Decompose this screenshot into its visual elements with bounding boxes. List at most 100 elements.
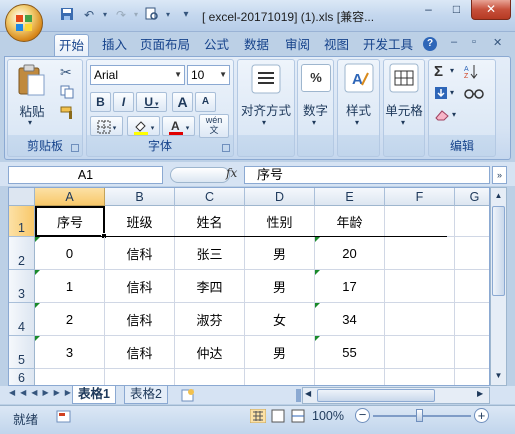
- formula-bar-splitter[interactable]: [170, 167, 230, 183]
- cell-f5[interactable]: [385, 336, 455, 369]
- zoom-in-button[interactable]: +: [474, 408, 489, 423]
- sheet-tab-2[interactable]: 表格2: [124, 386, 168, 404]
- col-header-d[interactable]: D: [245, 188, 315, 206]
- cell-b1[interactable]: 班级: [105, 206, 175, 237]
- zoom-slider-thumb[interactable]: [416, 409, 423, 422]
- macro-record-icon[interactable]: [56, 410, 72, 427]
- clear-icon[interactable]: [434, 108, 450, 125]
- cell-g5[interactable]: [455, 336, 489, 369]
- scroll-down-icon[interactable]: ▼: [492, 369, 505, 383]
- sort-filter-icon[interactable]: AZ: [464, 63, 486, 82]
- alignment-group[interactable]: 对齐方式 ▾: [237, 59, 295, 157]
- cell-g6[interactable]: [455, 369, 489, 385]
- col-header-a[interactable]: A: [35, 188, 105, 206]
- select-all-corner[interactable]: [9, 188, 35, 206]
- horizontal-scroll-thumb[interactable]: [317, 389, 435, 402]
- undo-dropdown-icon[interactable]: ▾: [97, 7, 113, 23]
- tab-home[interactable]: 开始: [54, 34, 90, 57]
- font-name-dropdown-icon[interactable]: ▼: [174, 66, 182, 84]
- col-header-g[interactable]: G: [455, 188, 489, 206]
- cell-b4[interactable]: 信科: [105, 303, 175, 336]
- cell-a2[interactable]: 0: [35, 237, 105, 270]
- cell-b2[interactable]: 信科: [105, 237, 175, 270]
- cell-d3[interactable]: 男: [245, 270, 315, 303]
- border-button[interactable]: ▾: [90, 116, 123, 136]
- clipboard-launcher-icon[interactable]: [71, 144, 79, 152]
- scroll-left-icon[interactable]: ◀: [305, 389, 311, 398]
- cell-a1[interactable]: 序号: [35, 206, 105, 237]
- font-name-combo[interactable]: Arial ▼: [90, 65, 185, 85]
- grow-font-button[interactable]: A: [172, 92, 193, 112]
- zoom-level[interactable]: 100%: [312, 409, 344, 423]
- cell-d5[interactable]: 男: [245, 336, 315, 369]
- qa-dropdown-icon[interactable]: ▾: [160, 7, 176, 23]
- find-select-icon[interactable]: [464, 85, 486, 104]
- cell-f6[interactable]: [385, 369, 455, 385]
- col-header-f[interactable]: F: [385, 188, 455, 206]
- col-header-e[interactable]: E: [315, 188, 385, 206]
- font-size-dropdown-icon[interactable]: ▼: [219, 66, 227, 84]
- row-header-5[interactable]: 5: [9, 336, 35, 369]
- fill-color-button[interactable]: ▾: [127, 116, 160, 136]
- name-box[interactable]: A1: [8, 166, 163, 184]
- cell-a4[interactable]: 2: [35, 303, 105, 336]
- horizontal-scrollbar[interactable]: ◀ ▶: [302, 387, 490, 404]
- maximize-button[interactable]: □: [443, 0, 470, 20]
- close-button[interactable]: ✕: [471, 0, 511, 20]
- tab-data[interactable]: 数据: [240, 34, 273, 56]
- cell-e1[interactable]: 年龄: [315, 206, 385, 237]
- cell-f4[interactable]: [385, 303, 455, 336]
- cell-c6[interactable]: [175, 369, 245, 385]
- page-layout-view-icon[interactable]: [270, 409, 286, 426]
- row-header-1[interactable]: 1: [9, 206, 35, 237]
- copy-icon[interactable]: [60, 85, 74, 102]
- scroll-up-icon[interactable]: ▲: [492, 189, 505, 203]
- cell-e6[interactable]: [315, 369, 385, 385]
- font-size-combo[interactable]: 10 ▼: [187, 65, 230, 85]
- cut-icon[interactable]: ✂: [60, 64, 72, 81]
- cell-g4[interactable]: [455, 303, 489, 336]
- redo-icon[interactable]: ↷: [113, 7, 129, 23]
- cell-g2[interactable]: [455, 237, 489, 270]
- zoom-out-button[interactable]: −: [355, 408, 370, 423]
- tab-page-layout[interactable]: 页面布局: [136, 34, 194, 56]
- cell-b5[interactable]: 信科: [105, 336, 175, 369]
- cell-a3[interactable]: 1: [35, 270, 105, 303]
- cell-d4[interactable]: 女: [245, 303, 315, 336]
- tab-developer[interactable]: 开发工具: [359, 34, 417, 56]
- cell-g3[interactable]: [455, 270, 489, 303]
- cell-d6[interactable]: [245, 369, 315, 385]
- phonetic-button[interactable]: wén 文: [199, 114, 229, 138]
- expand-formula-bar-icon[interactable]: »: [492, 166, 507, 184]
- cell-e3[interactable]: 17: [315, 270, 385, 303]
- cell-c5[interactable]: 仲达: [175, 336, 245, 369]
- tab-insert[interactable]: 插入: [98, 34, 131, 56]
- cell-c3[interactable]: 李四: [175, 270, 245, 303]
- scroll-right-icon[interactable]: ▶: [477, 389, 483, 398]
- cell-b3[interactable]: 信科: [105, 270, 175, 303]
- cell-d2[interactable]: 男: [245, 237, 315, 270]
- cell-c1[interactable]: 姓名: [175, 206, 245, 237]
- col-header-c[interactable]: C: [175, 188, 245, 206]
- office-button[interactable]: [5, 4, 43, 42]
- sheet-nav-icons[interactable]: ◀◀◀▶▶▶: [9, 388, 76, 397]
- cell-e4[interactable]: 34: [315, 303, 385, 336]
- print-preview-icon[interactable]: [144, 7, 160, 23]
- bold-button[interactable]: B: [90, 92, 111, 112]
- font-color-button[interactable]: A ▾: [162, 116, 195, 136]
- save-icon[interactable]: [59, 7, 75, 23]
- vertical-scroll-thumb[interactable]: [492, 206, 505, 296]
- format-painter-icon[interactable]: [60, 106, 76, 123]
- ribbon-restore-icon[interactable]: ▫: [472, 36, 476, 48]
- cell-b6[interactable]: [105, 369, 175, 385]
- italic-button[interactable]: I: [113, 92, 134, 112]
- paste-button[interactable]: 粘贴 ▾: [13, 63, 51, 133]
- insert-function-icon[interactable]: fx: [226, 166, 237, 180]
- row-header-6[interactable]: 6: [9, 369, 35, 385]
- cell-f3[interactable]: [385, 270, 455, 303]
- underline-button[interactable]: U ▾: [136, 92, 167, 112]
- cell-e5[interactable]: 55: [315, 336, 385, 369]
- cell-f1[interactable]: [385, 206, 455, 237]
- cell-e2[interactable]: 20: [315, 237, 385, 270]
- customize-toolbar-icon[interactable]: ▾: [178, 7, 194, 23]
